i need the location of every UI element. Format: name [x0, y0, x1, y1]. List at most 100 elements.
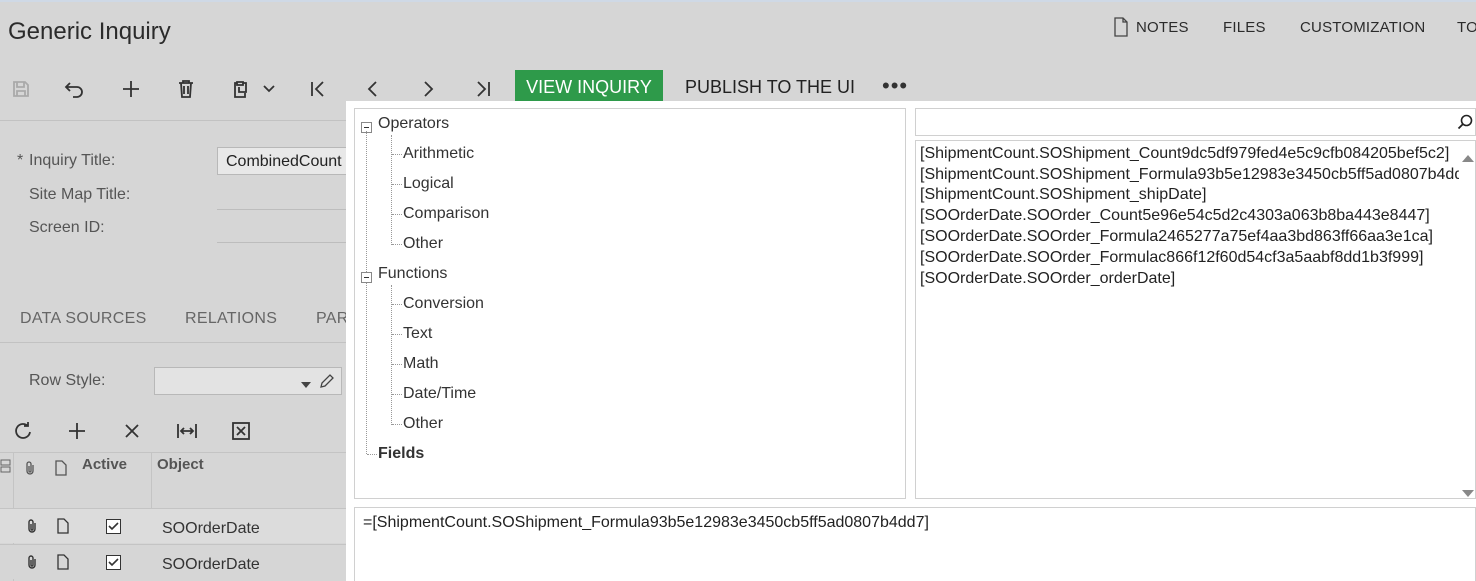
list-item[interactable]: [ShipmentCount.SOShipment_shipDate]	[920, 185, 1206, 206]
dropdown-arrow-icon	[301, 376, 311, 394]
list-item[interactable]: [SOOrderDate.SOOrder_orderDate]	[920, 269, 1175, 290]
row-selector-icon	[0, 458, 12, 479]
scroll-down-icon[interactable]	[1462, 485, 1474, 498]
add-row-icon[interactable]	[62, 416, 92, 446]
tab-separator	[0, 342, 346, 343]
attachment-icon[interactable]	[26, 518, 38, 539]
tree-connector	[367, 454, 377, 455]
notes-icon[interactable]	[1113, 17, 1129, 41]
previous-record-icon[interactable]	[358, 74, 388, 104]
tab-parameters[interactable]: PAR	[316, 310, 349, 328]
view-inquiry-button[interactable]: VIEW INQUIRY	[515, 70, 663, 104]
scroll-up-icon[interactable]	[1462, 149, 1474, 167]
tree-connector	[391, 285, 392, 425]
undo-icon[interactable]	[60, 74, 90, 104]
publish-to-ui-button[interactable]: PUBLISH TO THE UI	[685, 77, 855, 98]
clipboard-icon[interactable]	[226, 74, 256, 104]
list-item[interactable]: [SOOrderDate.SOOrder_Formula2465277a75ef…	[920, 227, 1433, 248]
delete-icon[interactable]	[171, 74, 201, 104]
page-title: Generic Inquiry	[8, 18, 171, 45]
last-record-icon[interactable]	[468, 74, 498, 104]
inquiry-title-label: Inquiry Title:	[29, 152, 116, 169]
fit-columns-icon[interactable]	[172, 416, 202, 446]
tree-node-comparison[interactable]: Comparison	[403, 205, 489, 223]
delete-row-icon[interactable]	[117, 416, 147, 446]
row-style-select[interactable]	[154, 367, 342, 395]
formula-expression-editor[interactable]: =[ShipmentCount.SOShipment_Formula93b5e1…	[354, 507, 1476, 581]
inquiry-title-field[interactable]: CombinedCount	[217, 147, 347, 175]
active-checkbox[interactable]	[106, 519, 121, 539]
field-list[interactable]: [ShipmentCount.SOShipment_Count9dc5df979…	[915, 140, 1476, 499]
tree-connector	[392, 304, 402, 305]
tree-node-logical[interactable]: Logical	[403, 175, 454, 193]
site-map-title-field[interactable]	[217, 209, 346, 210]
notes-link[interactable]: NOTES	[1136, 19, 1189, 36]
attachment-header-icon	[24, 460, 36, 481]
tree-node-date-time[interactable]: Date/Time	[403, 385, 476, 403]
row-style-label: Row Style:	[29, 372, 106, 389]
tree-connector	[392, 364, 402, 365]
add-icon[interactable]	[116, 74, 146, 104]
tree-node-functions-other[interactable]: Other	[403, 415, 443, 433]
tree-node-math[interactable]: Math	[403, 355, 439, 373]
tree-connector	[392, 394, 402, 395]
screen-id-field[interactable]	[217, 242, 346, 243]
tree-node-text[interactable]: Text	[403, 325, 432, 343]
table-row[interactable]: SOOrderDate	[0, 508, 346, 543]
column-header-object[interactable]: Object	[157, 456, 204, 473]
tab-relations[interactable]: RELATIONS	[185, 310, 277, 328]
collapse-functions-icon[interactable]	[361, 270, 372, 288]
toolbar-separator	[0, 120, 346, 121]
tree-node-functions[interactable]: Functions	[378, 265, 447, 283]
list-item[interactable]: [SOOrderDate.SOOrder_Count5e96e54c5d2c43…	[920, 206, 1430, 227]
grid-header-top	[0, 452, 346, 453]
tree-connector	[391, 135, 392, 245]
formula-expression-text: =[ShipmentCount.SOShipment_Formula93b5e1…	[363, 514, 929, 531]
list-item[interactable]: [ShipmentCount.SOShipment_Count9dc5df979…	[920, 144, 1449, 165]
note-icon[interactable]	[57, 554, 69, 575]
refresh-icon[interactable]	[8, 416, 38, 446]
tree-connector	[392, 154, 402, 155]
grid-column-divider	[151, 452, 152, 508]
chevron-down-icon[interactable]	[255, 74, 283, 104]
tools-link[interactable]: TO	[1457, 19, 1476, 36]
top-border	[0, 0, 1476, 2]
function-tree-panel: Operators Arithmetic Logical Comparison …	[354, 108, 906, 499]
tree-node-conversion[interactable]: Conversion	[403, 295, 484, 313]
export-excel-icon[interactable]	[226, 416, 256, 446]
customization-link[interactable]: CUSTOMIZATION	[1300, 19, 1425, 36]
tab-data-sources[interactable]: DATA SOURCES	[20, 310, 147, 328]
active-checkbox[interactable]	[106, 555, 121, 575]
search-icon[interactable]	[1457, 114, 1473, 135]
save-icon[interactable]	[6, 74, 36, 104]
column-header-active[interactable]: Active	[82, 456, 127, 473]
files-link[interactable]: FILES	[1223, 19, 1266, 36]
tree-node-operators[interactable]: Operators	[378, 115, 449, 133]
more-menu-button[interactable]: •••	[882, 73, 908, 99]
tree-connector	[366, 131, 367, 454]
list-item[interactable]: [SOOrderDate.SOOrder_Formulac866f12f60d5…	[920, 248, 1423, 269]
required-mark: *	[17, 152, 24, 169]
note-icon[interactable]	[57, 518, 69, 539]
tree-node-arithmetic[interactable]: Arithmetic	[403, 145, 474, 163]
first-record-icon[interactable]	[303, 74, 333, 104]
tree-connector	[392, 184, 402, 185]
site-map-title-label: Site Map Title:	[29, 186, 131, 203]
table-row[interactable]: SOOrderDate	[0, 544, 346, 579]
next-record-icon[interactable]	[413, 74, 443, 104]
tree-connector	[392, 424, 402, 425]
object-cell: SOOrderDate	[162, 520, 260, 537]
tree-connector	[392, 214, 402, 215]
tree-connector	[392, 244, 402, 245]
edit-pencil-icon[interactable]	[319, 373, 335, 394]
list-item[interactable]: [ShipmentCount.SOShipment_Formula93b5e12…	[920, 165, 1475, 186]
scrollbar[interactable]	[1459, 141, 1475, 498]
tree-connector	[392, 334, 402, 335]
tree-node-fields[interactable]: Fields	[378, 445, 424, 463]
screen-id-label: Screen ID:	[29, 219, 105, 236]
attachment-icon[interactable]	[26, 554, 38, 575]
object-cell: SOOrderDate	[162, 556, 260, 573]
tree-node-operators-other[interactable]: Other	[403, 235, 443, 253]
field-search-input[interactable]	[915, 108, 1476, 136]
note-header-icon	[55, 460, 67, 481]
